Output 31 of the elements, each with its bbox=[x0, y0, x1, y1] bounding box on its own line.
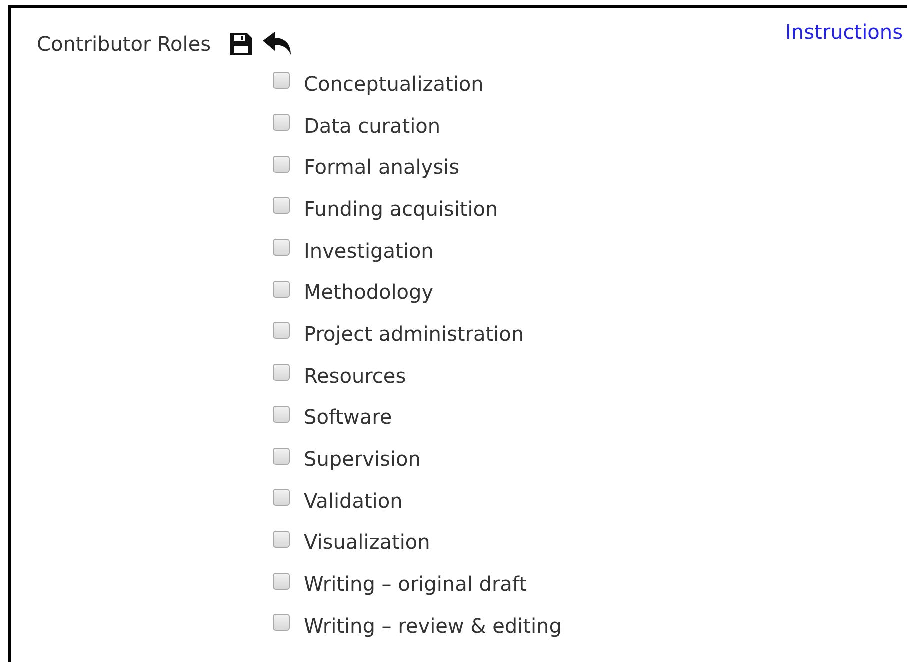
role-label: Writing – review & editing bbox=[304, 614, 562, 638]
role-label: Investigation bbox=[304, 238, 434, 263]
reply-arrow-icon bbox=[263, 32, 292, 56]
role-label: Writing – original draft bbox=[304, 572, 527, 596]
checkbox[interactable] bbox=[273, 530, 290, 548]
checkbox[interactable] bbox=[273, 280, 290, 298]
role-label: Project administration bbox=[304, 322, 524, 346]
section-title: Contributor Roles bbox=[37, 32, 212, 56]
role-label: Software bbox=[304, 405, 392, 430]
checkbox[interactable] bbox=[273, 197, 290, 214]
checkbox[interactable] bbox=[273, 406, 290, 423]
role-label: Supervision bbox=[304, 447, 421, 472]
role-label: Formal analysis bbox=[304, 155, 460, 180]
role-label: Validation bbox=[304, 488, 403, 513]
checkbox[interactable] bbox=[273, 489, 290, 506]
checkbox[interactable] bbox=[273, 448, 290, 465]
instructions-link[interactable]: Instructions bbox=[786, 20, 903, 44]
checkbox[interactable] bbox=[273, 364, 290, 382]
role-label: Funding acquisition bbox=[304, 196, 498, 221]
role-label: Methodology bbox=[304, 280, 434, 304]
checkbox[interactable] bbox=[273, 72, 290, 90]
role-label: Visualization bbox=[304, 530, 430, 554]
role-label: Resources bbox=[304, 364, 406, 388]
checkbox[interactable] bbox=[273, 156, 290, 173]
checkbox[interactable] bbox=[273, 114, 290, 132]
checkbox[interactable] bbox=[273, 614, 290, 632]
checkbox[interactable] bbox=[273, 572, 290, 590]
role-label: Data curation bbox=[304, 114, 441, 138]
checkbox[interactable] bbox=[273, 322, 290, 340]
role-label: Conceptualization bbox=[304, 72, 484, 96]
checkbox[interactable] bbox=[273, 239, 290, 256]
